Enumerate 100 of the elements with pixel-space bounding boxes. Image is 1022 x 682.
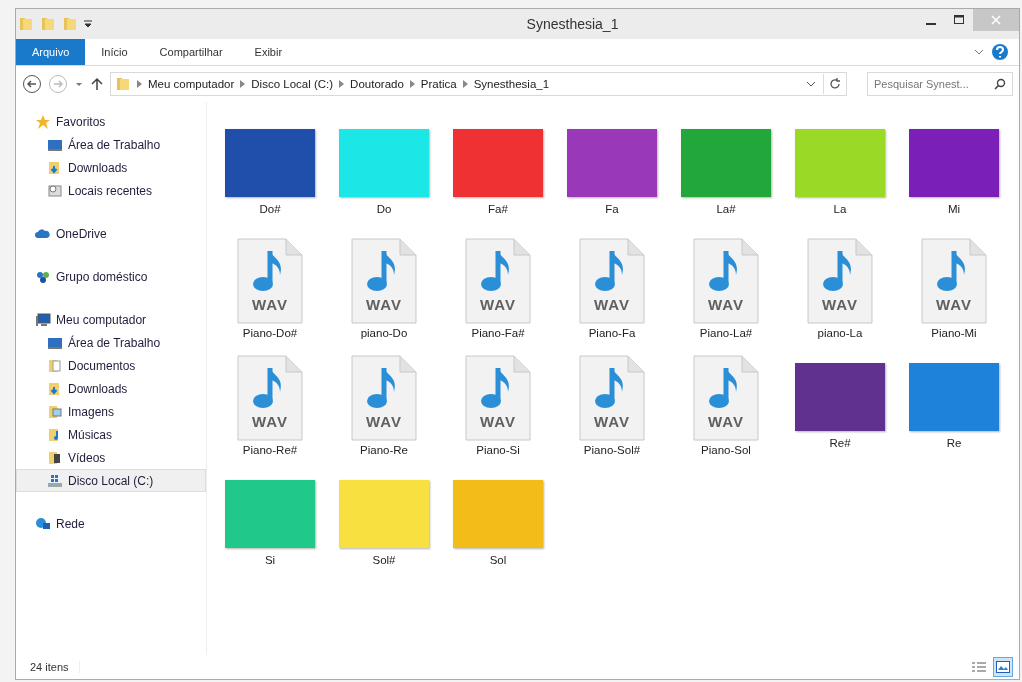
customize-toolbar-icon[interactable] [84, 20, 92, 28]
file-name: Sol# [372, 554, 396, 566]
audio-file-icon: WAV [578, 354, 646, 442]
audio-file-icon: WAV [806, 237, 874, 325]
navigation-item[interactable]: Downloads [16, 156, 206, 179]
star-icon [35, 113, 51, 130]
ribbon-tab[interactable]: Arquivo [16, 39, 86, 65]
dropdown-icon[interactable] [805, 79, 817, 89]
large-icons-view-button[interactable] [993, 657, 1013, 677]
file-name: Piano-Fa# [471, 327, 525, 339]
navigation-item[interactable]: Meu computador [16, 308, 206, 331]
navigation-item[interactable]: OneDrive [16, 222, 206, 245]
new-folder-icon [62, 16, 78, 32]
image-thumbnail[interactable] [681, 129, 771, 197]
navigation-item[interactable]: Área de Trabalho [16, 133, 206, 156]
navigation-item[interactable]: Documentos [16, 354, 206, 377]
file-name: La [833, 203, 847, 215]
audio-file-icon: WAV [236, 354, 304, 442]
file-name: Piano-Mi [931, 327, 977, 339]
list-icon [972, 661, 986, 673]
image-thumbnail[interactable] [453, 480, 543, 548]
breadcrumb[interactable]: Disco Local (C:) [251, 78, 334, 90]
network-icon [35, 515, 51, 532]
documents-folder-icon [47, 357, 63, 374]
image-thumbnail[interactable] [225, 129, 315, 197]
file-name: Fa [605, 203, 619, 215]
navigation-item[interactable]: Downloads [16, 377, 206, 400]
ribbon-tab[interactable]: Início [85, 39, 144, 65]
close-icon [991, 15, 1001, 25]
breadcrumb[interactable]: Synesthesia_1 [473, 78, 550, 90]
file-name: Piano-Sol [701, 444, 751, 456]
file-name: Piano-Do# [242, 327, 298, 339]
audio-file-icon: WAV [236, 237, 304, 325]
recent-places-icon [47, 182, 63, 199]
image-icon [996, 661, 1010, 673]
audio-file-icon: WAV [350, 237, 418, 325]
audio-file-icon: WAV [692, 237, 760, 325]
chevron-icon [409, 80, 415, 88]
ribbon-tab[interactable]: Compartilhar [143, 39, 239, 65]
audio-file-icon: WAV [350, 354, 418, 442]
navigation-item[interactable]: Área de Trabalho [16, 331, 206, 354]
ribbon-tab[interactable]: Exibir [238, 39, 299, 65]
navigation-item[interactable]: Locais recentes [16, 179, 206, 202]
file-name: Si [264, 554, 276, 566]
audio-file-icon: WAV [920, 237, 988, 325]
image-thumbnail[interactable] [909, 129, 999, 197]
file-name: Fa# [488, 203, 508, 215]
file-name: Mi [947, 203, 961, 215]
image-thumbnail[interactable] [339, 480, 429, 548]
file-name: Do [376, 203, 392, 215]
maximize-icon [954, 15, 964, 25]
file-name: Re# [829, 437, 851, 449]
chevron-icon [240, 80, 246, 88]
drive-icon [47, 472, 63, 489]
chevron-icon [137, 80, 142, 88]
file-name: Piano-La# [699, 327, 753, 339]
audio-file-icon: WAV [464, 354, 532, 442]
breadcrumb[interactable]: Meu computador [148, 78, 235, 90]
up-arrow-icon[interactable] [90, 77, 104, 91]
navigation-item[interactable]: Vídeos [16, 446, 206, 469]
chevron-icon [462, 80, 468, 88]
audio-file-icon: WAV [578, 237, 646, 325]
computer-icon [35, 311, 51, 328]
image-thumbnail[interactable] [339, 129, 429, 197]
file-name: piano-Do [360, 327, 408, 339]
image-thumbnail[interactable] [795, 363, 885, 431]
navigation-item[interactable]: Favoritos [16, 110, 206, 133]
address-bar[interactable]: Meu computador Disco Local (C:) Doutorado Pratica Synesthesia_1 [110, 72, 847, 96]
chevron-icon [339, 80, 345, 88]
file-name: La# [716, 203, 736, 215]
navigation-item[interactable]: Músicas [16, 423, 206, 446]
file-name: Sol [489, 554, 507, 566]
folder-icon [18, 16, 34, 32]
image-thumbnail[interactable] [453, 129, 543, 197]
item-count: 24 itens [30, 661, 80, 673]
minimize-icon [926, 23, 936, 25]
file-name: Do# [259, 203, 281, 215]
image-thumbnail[interactable] [567, 129, 657, 197]
image-thumbnail[interactable] [909, 363, 999, 431]
navigation-item[interactable]: Imagens [16, 400, 206, 423]
audio-file-icon: WAV [464, 237, 532, 325]
folder-icon [115, 76, 131, 92]
breadcrumb[interactable]: Pratica [420, 78, 457, 90]
breadcrumb[interactable]: Doutorado [350, 78, 404, 90]
audio-file-icon: WAV [692, 354, 760, 442]
file-name: Piano-Re [360, 444, 408, 456]
file-name: Piano-Si [476, 444, 520, 456]
navigation-item[interactable]: Grupo doméstico [16, 265, 206, 288]
back-button[interactable] [22, 74, 42, 94]
image-thumbnail[interactable] [795, 129, 885, 197]
file-name: Piano-Re# [242, 444, 298, 456]
file-name: Piano-Fa [588, 327, 636, 339]
search-field[interactable]: Pesquisar Synest... [867, 72, 1013, 96]
navigation-item[interactable]: Disco Local (C:) [16, 469, 206, 492]
navigation-item[interactable]: Rede [16, 512, 206, 535]
search-icon [994, 78, 1006, 90]
file-name: Piano-Sol# [583, 444, 641, 456]
forward-button[interactable] [48, 74, 68, 94]
image-thumbnail[interactable] [225, 480, 315, 548]
file-name: Re [946, 437, 962, 449]
